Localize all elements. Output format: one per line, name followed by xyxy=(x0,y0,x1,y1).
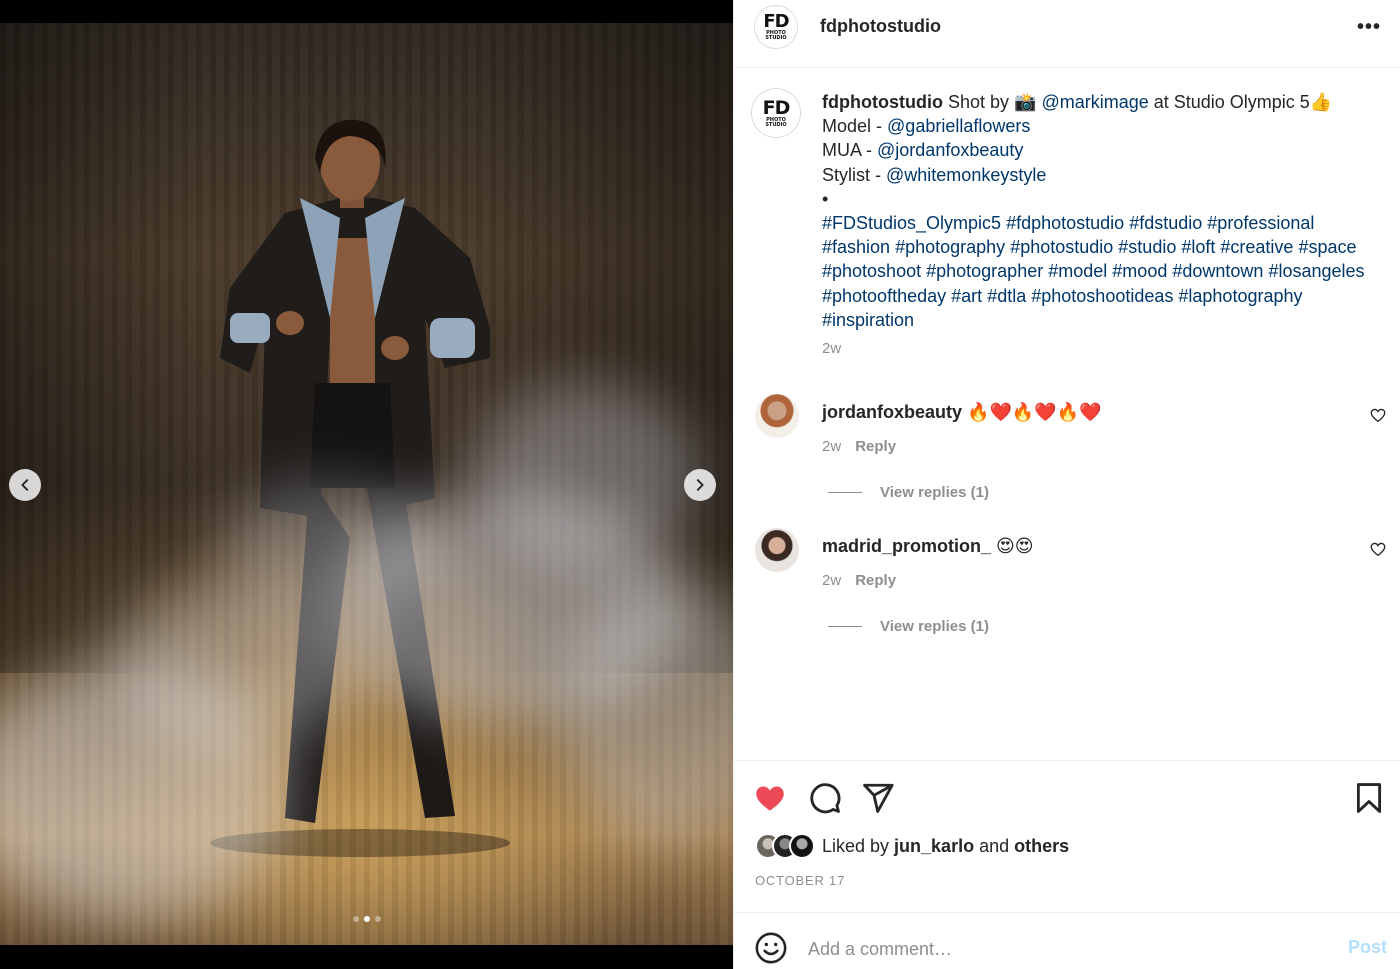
carousel-dot xyxy=(352,916,359,922)
caption-username-link[interactable]: fdphotostudio xyxy=(822,92,943,112)
hashtag-link[interactable]: #losangeles xyxy=(1268,261,1364,281)
like-comment-heart-icon[interactable] xyxy=(1369,406,1387,424)
hashtag-link[interactable]: #photostudio xyxy=(1010,237,1113,257)
hashtag-link[interactable]: #mood xyxy=(1112,261,1167,281)
hashtag-link[interactable]: #professional xyxy=(1207,213,1314,233)
view-replies-button[interactable]: View replies (1) xyxy=(828,618,989,635)
mention-link[interactable]: @jordanfoxbeauty xyxy=(877,140,1023,160)
comment-timestamp[interactable]: 2w xyxy=(822,438,841,455)
emoji-icon[interactable] xyxy=(754,931,788,965)
liker-avatar[interactable] xyxy=(789,833,815,859)
mention-link[interactable]: @markimage xyxy=(1041,92,1148,112)
hashtag-link[interactable]: #inspiration xyxy=(822,310,914,330)
mention-link[interactable]: @whitemonkeystyle xyxy=(886,165,1046,185)
post-actions: Liked by jun_karlo and others OCTOBER 17 xyxy=(734,760,1400,912)
hashtag-link[interactable]: #fashion xyxy=(822,237,890,257)
post-header: FD PHOTO STUDIO fdphotostudio ••• xyxy=(734,0,1400,68)
comment-avatar[interactable] xyxy=(755,394,799,438)
liked-heart-icon[interactable] xyxy=(753,781,787,815)
hashtag-link[interactable]: #photooftheday xyxy=(822,286,946,306)
liker-username-link[interactable]: jun_karlo xyxy=(894,836,974,856)
hashtag-link[interactable]: #laphotography xyxy=(1178,286,1302,306)
hashtag-link[interactable]: #creative xyxy=(1220,237,1293,257)
post-details-panel: FD PHOTO STUDIO fdphotostudio ••• FD PHO… xyxy=(733,0,1400,969)
hashtag-link[interactable]: #art xyxy=(951,286,982,306)
hashtag-link[interactable]: #space xyxy=(1298,237,1356,257)
carousel-dot xyxy=(374,916,381,922)
post-date[interactable]: OCTOBER 17 xyxy=(755,873,845,888)
caption-text: fdphotostudio Shot by 📸 @markimage at St… xyxy=(822,90,1382,332)
comment-username-link[interactable]: jordanfoxbeauty xyxy=(822,402,962,422)
hashtag-link[interactable]: #downtown xyxy=(1172,261,1263,281)
share-icon[interactable] xyxy=(861,781,895,815)
hashtag-link[interactable]: #photographer xyxy=(926,261,1043,281)
hashtag-link[interactable]: #studio xyxy=(1118,237,1176,257)
comment-input[interactable] xyxy=(808,935,1308,963)
hashtag-link[interactable]: #FDStudios_Olympic5 xyxy=(822,213,1001,233)
comment-username-link[interactable]: madrid_promotion_ xyxy=(822,536,991,556)
next-slide-button[interactable] xyxy=(684,469,716,501)
previous-slide-button[interactable] xyxy=(9,469,41,501)
hashtag-list: #FDStudios_Olympic5 #fdphotostudio #fdst… xyxy=(822,211,1382,332)
hashtag-link[interactable]: #photoshoot xyxy=(822,261,921,281)
likes-summary: Liked by jun_karlo and others xyxy=(755,833,1069,859)
view-replies-button[interactable]: View replies (1) xyxy=(828,484,989,501)
post-media xyxy=(0,0,733,969)
comment-timestamp[interactable]: 2w xyxy=(822,572,841,589)
comment-avatar[interactable] xyxy=(755,528,799,572)
hashtag-link[interactable]: #dtla xyxy=(987,286,1026,306)
carousel-indicator xyxy=(0,916,733,922)
reply-button[interactable]: Reply xyxy=(855,572,896,589)
caption-bullet: • xyxy=(822,188,829,209)
comment-text: 🔥❤️🔥❤️🔥❤️ xyxy=(962,402,1102,422)
hashtag-link[interactable]: #model xyxy=(1048,261,1107,281)
save-bookmark-icon[interactable] xyxy=(1352,781,1386,815)
comment-icon[interactable] xyxy=(808,781,842,815)
carousel-dot xyxy=(363,916,370,922)
hashtag-link[interactable]: #photography xyxy=(895,237,1005,257)
caption-timestamp[interactable]: 2w xyxy=(822,340,841,357)
comment-text: 😍😍 xyxy=(991,536,1034,556)
chevron-right-icon xyxy=(696,479,704,491)
mention-link[interactable]: @gabriellaflowers xyxy=(887,116,1030,136)
caption-avatar[interactable]: FD PHOTO STUDIO xyxy=(751,88,801,138)
others-likes-link[interactable]: others xyxy=(1014,836,1069,856)
post-comment-button[interactable]: Post xyxy=(1348,937,1387,958)
reply-button[interactable]: Reply xyxy=(855,438,896,455)
hashtag-link[interactable]: #photoshootideas xyxy=(1031,286,1173,306)
hashtag-link[interactable]: #fdstudio xyxy=(1129,213,1202,233)
hashtag-link[interactable]: #loft xyxy=(1181,237,1215,257)
profile-username-link[interactable]: fdphotostudio xyxy=(820,16,941,37)
add-comment-bar: Post xyxy=(734,912,1400,969)
chevron-left-icon xyxy=(21,479,29,491)
post-photo[interactable] xyxy=(0,23,733,945)
hashtag-link[interactable]: #fdphotostudio xyxy=(1006,213,1124,233)
more-options-icon[interactable]: ••• xyxy=(1357,16,1381,39)
profile-avatar[interactable]: FD PHOTO STUDIO xyxy=(754,5,798,49)
like-comment-heart-icon[interactable] xyxy=(1369,540,1387,558)
